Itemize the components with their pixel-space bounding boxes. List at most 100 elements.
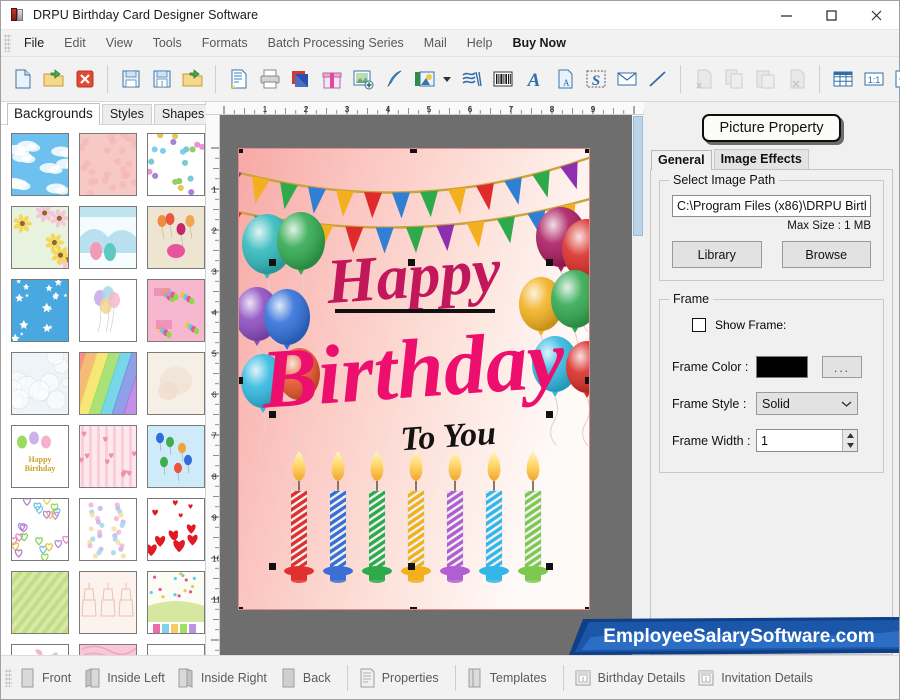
selection-handle[interactable] (239, 607, 243, 609)
frame-width-stepper[interactable]: 1 (756, 429, 858, 452)
menu-view[interactable]: View (96, 32, 143, 54)
text-field-icon[interactable]: A (551, 64, 578, 94)
menu-help[interactable]: Help (457, 32, 503, 54)
background-thumbnail[interactable] (79, 279, 137, 342)
bottom-item-inside-left[interactable]: Inside Left (80, 667, 174, 689)
card-design-front[interactable]: Happy Birthday To You (238, 148, 590, 610)
actual-size-icon[interactable]: 1:1 (860, 64, 887, 94)
print-icon[interactable] (256, 64, 283, 94)
image-selection-handle[interactable] (546, 563, 553, 570)
grid-icon[interactable] (829, 64, 856, 94)
print-preview-icon[interactable] (225, 64, 252, 94)
close-document-icon[interactable] (71, 64, 98, 94)
symbol-s-icon[interactable]: S (582, 64, 609, 94)
background-thumbnail[interactable] (147, 498, 205, 561)
menu-batch-processing-series[interactable]: Batch Processing Series (258, 32, 414, 54)
card-stack-icon[interactable] (287, 64, 314, 94)
open-folder-icon[interactable] (40, 64, 67, 94)
tab-general[interactable]: General (651, 150, 712, 170)
selection-handle[interactable] (585, 607, 589, 609)
selection-handle[interactable] (410, 607, 417, 609)
background-thumbnail[interactable] (147, 206, 205, 269)
show-frame-checkbox[interactable] (692, 318, 706, 332)
background-thumbnail[interactable] (79, 498, 137, 561)
menu-tools[interactable]: Tools (143, 32, 192, 54)
copy-icon[interactable] (721, 64, 748, 94)
image-selection-handle[interactable] (546, 411, 553, 418)
image-selection-handle[interactable] (269, 259, 276, 266)
background-thumbnail[interactable]: Happy Birthday (11, 425, 69, 488)
pen-icon[interactable] (380, 64, 407, 94)
background-thumbnail[interactable] (147, 571, 205, 634)
background-thumbnail[interactable] (147, 425, 205, 488)
frame-color-swatch[interactable] (756, 356, 808, 378)
bottom-item-birthday-details[interactable]: I Birthday Details (571, 667, 695, 689)
menu-formats[interactable]: Formats (192, 32, 258, 54)
browse-button[interactable]: Browse (781, 241, 871, 268)
background-thumbnail[interactable] (11, 352, 69, 415)
frame-style-select[interactable]: Solid (756, 392, 858, 415)
delete-icon[interactable] (783, 64, 810, 94)
menu-file[interactable]: File (14, 32, 54, 54)
barcode-icon[interactable] (489, 64, 516, 94)
background-thumbnail[interactable] (147, 279, 205, 342)
image-selection-handle[interactable] (269, 411, 276, 418)
stepper-down-icon[interactable] (843, 441, 857, 452)
menu-mail[interactable]: Mail (414, 32, 457, 54)
image-selection-handle[interactable] (546, 259, 553, 266)
background-thumbnail[interactable] (11, 133, 69, 196)
text-a-icon[interactable]: A (520, 64, 547, 94)
import-folder-icon[interactable] (179, 64, 206, 94)
maximize-button[interactable] (809, 1, 854, 29)
background-thumbnail[interactable] (79, 133, 137, 196)
bottom-item-front[interactable]: Front (15, 667, 80, 689)
background-thumbnail[interactable] (79, 571, 137, 634)
background-thumbnail[interactable] (147, 133, 205, 196)
add-image-icon[interactable] (349, 64, 376, 94)
background-thumbnail[interactable] (147, 644, 205, 655)
picture-gallery-icon[interactable] (411, 64, 438, 94)
backgrounds-thumbnail-list[interactable]: Happy Birthday (1, 125, 205, 655)
canvas-stage[interactable]: Happy Birthday To You (220, 115, 644, 655)
image-selection-handle[interactable] (408, 259, 415, 266)
canvas-vertical-scrollbar[interactable] (632, 115, 644, 655)
cut-icon[interactable] (690, 64, 717, 94)
signature-icon[interactable] (458, 64, 485, 94)
selection-handle[interactable] (585, 377, 589, 384)
image-selection-handle[interactable] (408, 563, 415, 570)
bottom-item-templates[interactable]: Templates (463, 667, 556, 689)
library-button[interactable]: Library (672, 241, 762, 268)
line-icon[interactable] (644, 64, 671, 94)
stepper-up-icon[interactable] (843, 430, 857, 441)
bottom-item-invitation-details[interactable]: I Invitation Details (694, 667, 822, 689)
tab-styles[interactable]: Styles (101, 104, 152, 124)
background-thumbnail[interactable] (79, 352, 137, 415)
new-document-icon[interactable] (9, 64, 36, 94)
envelope-icon[interactable] (613, 64, 640, 94)
image-selection-handle[interactable] (269, 563, 276, 570)
background-thumbnail[interactable] (79, 644, 137, 655)
background-thumbnail[interactable] (11, 644, 69, 655)
tab-image-effects[interactable]: Image Effects (713, 149, 809, 169)
image-path-input[interactable] (672, 195, 871, 217)
background-thumbnail[interactable] (79, 206, 137, 269)
minimize-button[interactable] (764, 1, 809, 29)
background-thumbnail[interactable] (147, 352, 205, 415)
background-thumbnail[interactable] (11, 206, 69, 269)
background-thumbnail[interactable] (11, 498, 69, 561)
selection-handle[interactable] (239, 149, 243, 153)
menu-edit[interactable]: Edit (54, 32, 96, 54)
background-thumbnail[interactable] (79, 425, 137, 488)
save-as-icon[interactable]: I (148, 64, 175, 94)
fit-page-icon[interactable] (891, 64, 900, 94)
close-button[interactable] (854, 1, 899, 29)
bottom-item-back[interactable]: Back (276, 667, 340, 689)
background-thumbnail[interactable] (11, 571, 69, 634)
paste-icon[interactable] (752, 64, 779, 94)
selection-handle[interactable] (585, 149, 589, 153)
selection-handle[interactable] (410, 149, 417, 153)
tab-backgrounds[interactable]: Backgrounds (7, 103, 100, 125)
save-icon[interactable] (117, 64, 144, 94)
picture-gallery-dropdown-icon[interactable] (443, 76, 451, 82)
bottom-item-inside-right[interactable]: Inside Right (174, 667, 276, 689)
